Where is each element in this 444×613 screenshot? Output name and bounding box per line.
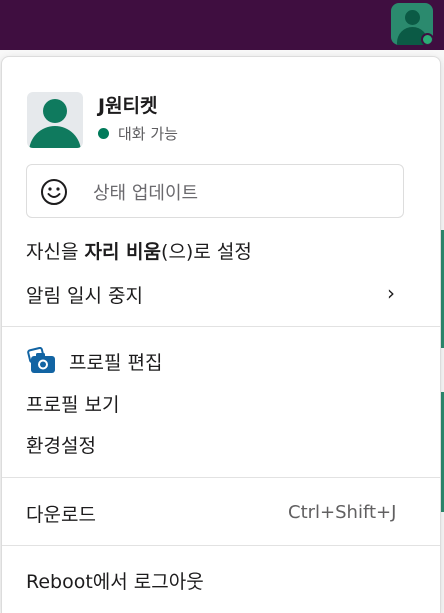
avatar-head bbox=[43, 99, 67, 123]
camera-icon bbox=[27, 347, 55, 373]
preferences-item[interactable]: 환경설정 bbox=[26, 431, 96, 458]
presence-status: 대화 가능 bbox=[98, 123, 178, 144]
set-away-suffix: (으)로 설정 bbox=[161, 241, 252, 263]
edit-profile-item[interactable]: 프로필 편집 bbox=[69, 348, 162, 375]
view-profile-item[interactable]: 프로필 보기 bbox=[26, 390, 119, 417]
set-away-bold: 자리 비움 bbox=[84, 241, 162, 263]
status-update-input[interactable]: 상태 업데이트 bbox=[26, 164, 404, 218]
menu-divider bbox=[2, 545, 440, 546]
downloads-shortcut: Ctrl+Shift+J bbox=[288, 502, 397, 523]
presence-label: 대화 가능 bbox=[118, 125, 178, 143]
user-menu: J원티켓 대화 가능 상태 업데이트 자신을 자리 비움(으)로 설정 알림 일… bbox=[1, 56, 441, 613]
workspace-topbar bbox=[0, 0, 444, 50]
sign-out-item[interactable]: Reboot에서 로그아웃 bbox=[26, 567, 204, 594]
avatar-body bbox=[29, 126, 81, 148]
downloads-item[interactable]: 다운로드 bbox=[26, 500, 96, 527]
smile-icon bbox=[41, 179, 67, 205]
avatar-head bbox=[405, 10, 420, 25]
user-avatar-button[interactable] bbox=[391, 3, 433, 45]
pause-notifications-item[interactable]: 알림 일시 중지 bbox=[26, 281, 143, 308]
profile-avatar bbox=[27, 92, 83, 148]
menu-divider bbox=[2, 326, 440, 327]
status-placeholder: 상태 업데이트 bbox=[93, 183, 199, 204]
user-name: J원티켓 bbox=[98, 95, 158, 117]
menu-divider bbox=[2, 477, 440, 478]
online-status-dot bbox=[421, 33, 433, 45]
chevron-right-icon: › bbox=[387, 281, 395, 305]
set-away-item[interactable]: 자신을 자리 비움(으)로 설정 bbox=[26, 237, 252, 264]
set-away-prefix: 자신을 bbox=[26, 241, 85, 263]
presence-dot bbox=[98, 128, 109, 139]
